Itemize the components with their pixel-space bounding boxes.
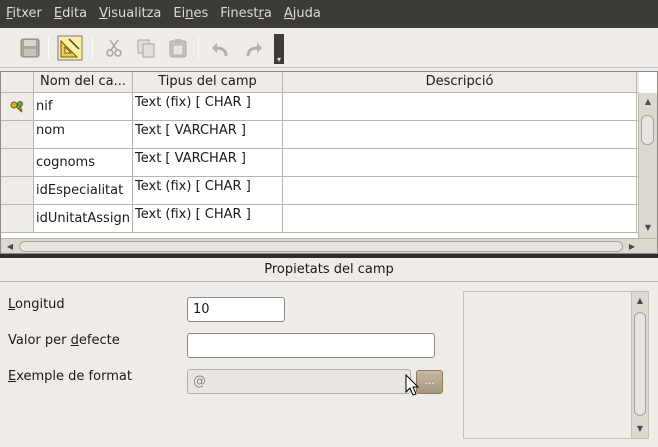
- field-type-cell[interactable]: Text [ VARCHAR ]: [133, 121, 283, 148]
- field-description-cell[interactable]: [283, 121, 637, 148]
- field-type-cell[interactable]: Text [ VARCHAR ]: [133, 149, 283, 176]
- menu-bar: Fitxer Edita Visualitza Eines Finestra A…: [0, 0, 658, 28]
- design-icon[interactable]: [56, 34, 84, 62]
- table-row[interactable]: nif Text (fix) [ CHAR ]: [1, 93, 639, 121]
- row-handle[interactable]: [1, 177, 34, 204]
- menu-fitxer[interactable]: Fitxer: [0, 0, 48, 28]
- longitud-label: Longitud: [8, 297, 65, 312]
- primary-key-icon: [10, 100, 23, 113]
- column-header-description[interactable]: Descripció: [283, 72, 637, 93]
- scroll-up-icon[interactable]: ▲: [632, 294, 648, 308]
- scroll-right-icon[interactable]: ▶: [625, 239, 639, 254]
- table-row[interactable]: idUnitatAssign Text (fix) [ CHAR ]: [1, 205, 639, 233]
- format-options-button[interactable]: ...: [416, 370, 443, 394]
- column-header-type[interactable]: Tipus del camp: [133, 72, 283, 93]
- field-name-cell[interactable]: nif: [34, 93, 133, 120]
- grid-header: Nom del ca... Tipus del camp Descripció: [1, 72, 639, 93]
- field-description-cell[interactable]: [283, 149, 637, 176]
- save-icon[interactable]: [16, 34, 44, 62]
- row-handle[interactable]: [1, 121, 34, 148]
- paste-icon[interactable]: [164, 34, 192, 62]
- scroll-left-icon[interactable]: ◀: [3, 239, 17, 254]
- row-handle-header: [1, 72, 34, 93]
- scroll-up-icon[interactable]: ▲: [639, 95, 657, 109]
- mouse-pointer-icon: [405, 373, 420, 400]
- grid-body: nif Text (fix) [ CHAR ] nom Text [ VARCH…: [1, 93, 639, 238]
- redo-icon[interactable]: [240, 34, 268, 62]
- row-handle[interactable]: [1, 93, 34, 120]
- table-row[interactable]: cognoms Text [ VARCHAR ]: [1, 149, 639, 177]
- menu-ajuda[interactable]: Ajuda: [278, 0, 327, 28]
- field-name-cell[interactable]: nom: [34, 121, 133, 148]
- grid-vertical-scrollbar[interactable]: ▲ ▼: [638, 93, 657, 238]
- help-scroll-thumb[interactable]: [634, 312, 646, 416]
- field-help-panel: ▲ ▼: [463, 291, 649, 439]
- scroll-down-icon[interactable]: ▼: [632, 422, 648, 436]
- properties-title: Propietats del camp: [0, 258, 658, 282]
- table-row[interactable]: nom Text [ VARCHAR ]: [1, 121, 639, 149]
- row-handle[interactable]: [1, 149, 34, 176]
- field-name-cell[interactable]: cognoms: [34, 149, 133, 176]
- toolbar: ▾: [0, 28, 658, 68]
- copy-icon[interactable]: [132, 34, 160, 62]
- column-header-name[interactable]: Nom del ca...: [34, 72, 133, 93]
- field-type-cell[interactable]: Text (fix) [ CHAR ]: [133, 177, 283, 204]
- field-description-cell[interactable]: [283, 205, 637, 232]
- field-description-cell[interactable]: [283, 93, 637, 120]
- row-handle[interactable]: [1, 205, 34, 232]
- menu-visualitza[interactable]: Visualitza: [93, 0, 167, 28]
- table-row[interactable]: idEspecialitat Text (fix) [ CHAR ]: [1, 177, 639, 205]
- field-type-cell[interactable]: Text (fix) [ CHAR ]: [133, 205, 283, 232]
- menu-eines[interactable]: Eines: [167, 0, 214, 28]
- default-value-input[interactable]: [187, 333, 435, 358]
- toolbar-overflow-icon[interactable]: ▾: [274, 34, 284, 64]
- scroll-down-icon[interactable]: ▼: [639, 221, 657, 235]
- horizontal-scroll-thumb[interactable]: [19, 241, 623, 252]
- undo-icon[interactable]: [206, 34, 234, 62]
- help-panel-scrollbar[interactable]: ▲ ▼: [631, 292, 648, 438]
- longitud-input[interactable]: 10: [187, 297, 285, 322]
- format-example-input[interactable]: @: [187, 369, 411, 394]
- format-example-label: Exemple de format: [8, 369, 132, 384]
- field-type-cell[interactable]: Text (fix) [ CHAR ]: [133, 93, 283, 120]
- cut-icon[interactable]: [100, 34, 128, 62]
- menu-edita[interactable]: Edita: [48, 0, 93, 28]
- default-value-label: Valor per defecte: [8, 333, 120, 348]
- grid-horizontal-scrollbar[interactable]: ◀ ▶: [1, 238, 657, 253]
- field-grid: Nom del ca... Tipus del camp Descripció …: [0, 71, 658, 254]
- field-description-cell[interactable]: [283, 177, 637, 204]
- menu-finestra[interactable]: Finestra: [214, 0, 278, 28]
- field-name-cell[interactable]: idUnitatAssign: [34, 205, 133, 232]
- field-name-cell[interactable]: idEspecialitat: [34, 177, 133, 204]
- vertical-scroll-thumb[interactable]: [641, 115, 654, 145]
